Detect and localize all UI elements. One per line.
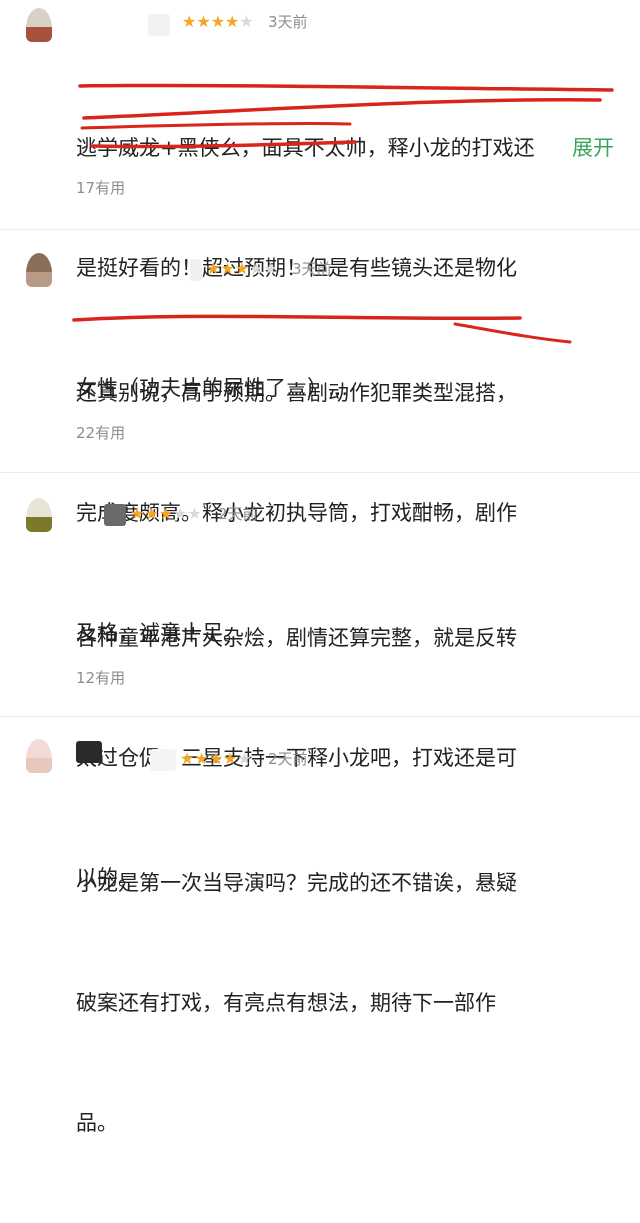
star-empty-icon: ★ [173, 504, 188, 523]
star-filled-icon: ★ [130, 504, 145, 523]
avatar[interactable] [26, 8, 52, 42]
username-redacted [190, 259, 202, 281]
review-line: 是挺好看的！超过预期！但是有些镜头还是物化 [76, 256, 517, 280]
review-line: 品。 [76, 1111, 118, 1135]
review-line: 破案还有打戏，有亮点有想法，期待下一部作 [76, 991, 496, 1015]
star-empty-icon: ★ [187, 504, 202, 523]
star-empty-icon: ★ [263, 259, 278, 278]
useful-count[interactable]: 17有用 [76, 178, 125, 198]
star-rating: ★★★★★ [130, 504, 202, 524]
avatar[interactable] [26, 739, 52, 773]
star-empty-icon: ★ [249, 259, 264, 278]
star-filled-icon: ★ [210, 12, 226, 31]
useful-count[interactable]: 22有用 [76, 423, 125, 443]
username-redacted [150, 749, 176, 771]
star-filled-icon: ★ [180, 749, 195, 768]
review-date: 3天前 [268, 13, 308, 31]
star-filled-icon: ★ [196, 12, 211, 31]
star-filled-icon: ★ [144, 504, 159, 523]
divider [0, 229, 640, 230]
star-filled-icon: ★ [194, 749, 209, 768]
username-redacted [76, 741, 102, 763]
username-redacted [104, 504, 126, 526]
divider [0, 472, 640, 473]
review-date: 2天前 [268, 750, 308, 768]
review-line: 还真别说，高于预期。喜剧动作犯罪类型混搭， [76, 381, 517, 405]
star-filled-icon: ★ [223, 749, 238, 768]
star-filled-icon: ★ [220, 259, 235, 278]
useful-count[interactable]: 12有用 [76, 668, 125, 688]
star-filled-icon: ★ [208, 749, 224, 768]
star-rating: ★★★★★ [180, 749, 252, 769]
review-line: 小龙是第一次当导演吗？完成的还不错诶，悬疑 [76, 871, 517, 895]
username-redacted [148, 14, 170, 36]
review-text: 小龙是第一次当导演吗？完成的还不错诶，悬疑 破案还有打戏，有亮点有想法，期待下一… [76, 783, 621, 1223]
review-line: 逃学威龙+黑侠么，面具不太帅，释小龙的打戏还 [76, 136, 535, 160]
star-filled-icon: ★ [234, 259, 250, 278]
review-date: 3天前 [292, 260, 332, 278]
review-line: 各种童年港片大杂烩，剧情还算完整，就是反转 [76, 626, 517, 650]
avatar[interactable] [26, 498, 52, 532]
star-filled-icon: ★ [182, 12, 197, 31]
review-date: 2天前 [218, 505, 258, 523]
avatar[interactable] [26, 253, 52, 287]
star-filled-icon: ★ [225, 12, 240, 31]
star-rating: ★★★★★ [182, 12, 254, 32]
star-filled-icon: ★ [158, 504, 174, 523]
divider [0, 716, 640, 717]
expand-link[interactable]: 展开 [572, 128, 614, 168]
star-rating: ★★★★★ [206, 259, 278, 279]
star-filled-icon: ★ [206, 259, 221, 278]
star-empty-icon: ★ [237, 749, 252, 768]
star-empty-icon: ★ [239, 12, 254, 31]
